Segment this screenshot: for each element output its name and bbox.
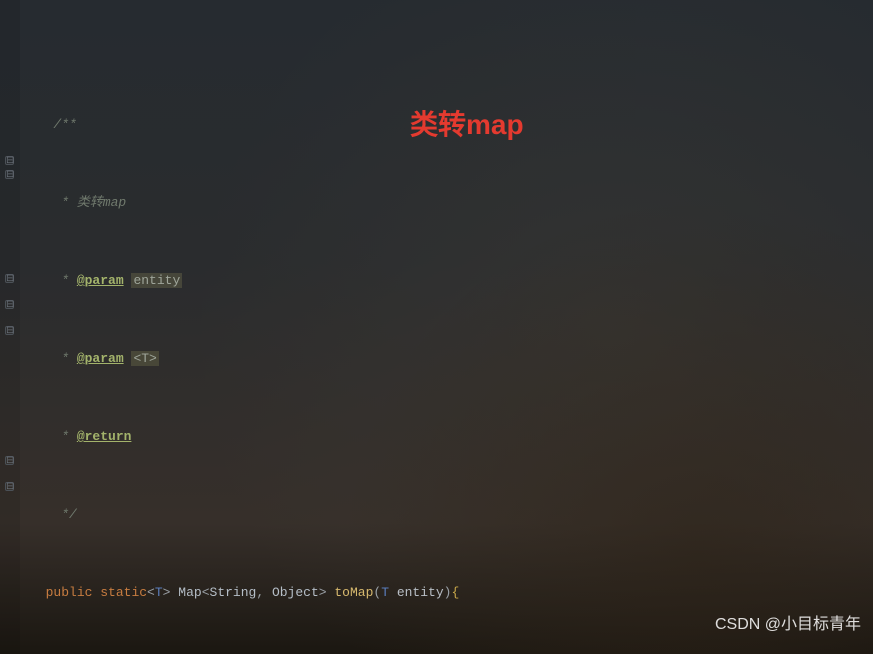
code-line[interactable]: * 类转map — [30, 190, 873, 216]
kw-static: static — [100, 585, 147, 600]
code-line[interactable]: public static<T> Map<String, Object> toM… — [30, 580, 873, 606]
code-line[interactable]: * @param entity — [30, 268, 873, 294]
fold-toggle-catch[interactable]: ⊟ — [5, 482, 14, 491]
javadoc-close: */ — [53, 507, 76, 522]
code-line[interactable]: */ — [30, 502, 873, 528]
javadoc-param-tag: @param — [77, 273, 124, 288]
javadoc-param-arg: <T> — [131, 351, 158, 366]
code-line[interactable]: * @param <T> — [30, 346, 873, 372]
fold-toggle-try[interactable]: ⊟ — [5, 300, 14, 309]
type-param: T — [155, 585, 163, 600]
fold-toggle-endif[interactable]: ⊟ — [5, 456, 14, 465]
code-line[interactable]: * @return — [30, 424, 873, 450]
javadoc-return-tag: @return — [77, 429, 132, 444]
javadoc-param-arg: entity — [131, 273, 182, 288]
code-line[interactable]: /** — [30, 112, 873, 138]
code-editor[interactable]: ⊟ ⊟ ⊟ ⊟ ⊟ ⊟ ⊟ /** * 类转map * @param entit… — [0, 0, 873, 654]
fold-toggle-if[interactable]: ⊟ — [5, 326, 14, 335]
method-name: toMap — [334, 585, 373, 600]
javadoc-summary: * 类转map — [53, 195, 126, 210]
fold-toggle-for[interactable]: ⊟ — [5, 274, 14, 283]
kw-public: public — [46, 585, 93, 600]
fold-toggle-open[interactable]: ⊟ — [5, 156, 14, 165]
gutter: ⊟ ⊟ ⊟ ⊟ ⊟ ⊟ ⊟ — [0, 0, 20, 654]
fold-toggle-method[interactable]: ⊟ — [5, 170, 14, 179]
javadoc-open: /** — [53, 117, 76, 132]
javadoc-param-tag: @param — [77, 351, 124, 366]
